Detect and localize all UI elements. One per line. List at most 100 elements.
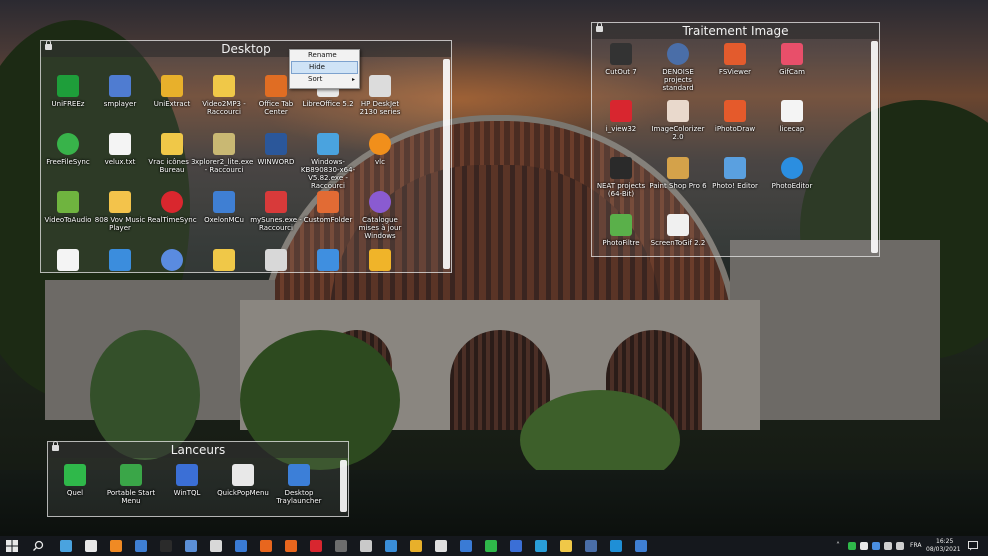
network-icon[interactable] — [896, 542, 904, 550]
notification-icon[interactable] — [968, 541, 978, 551]
tray-app-icon[interactable] — [872, 542, 880, 550]
launcher-fence[interactable]: Lanceurs Quel Portable Start Menu WinTQL Qu… — [47, 441, 349, 517]
shortcut-item[interactable]: 808 Vov Music Player — [91, 191, 149, 232]
shortcut-item[interactable]: VideoToAudio — [39, 191, 97, 224]
tray-app-icon[interactable] — [860, 542, 868, 550]
taskbar-app-icon[interactable] — [610, 540, 622, 552]
taskbar-app-icon[interactable] — [435, 540, 447, 552]
shortcut-item[interactable]: WinTQL — [158, 464, 216, 497]
taskbar-app-icon[interactable] — [260, 540, 272, 552]
shortcut-item[interactable]: PhotoEditor — [763, 157, 821, 190]
shortcut-item[interactable] — [351, 249, 409, 274]
taskbar-app-icon[interactable] — [285, 540, 297, 552]
menu-item-sort[interactable]: Sort ▸ — [290, 74, 359, 85]
shortcut-item[interactable]: RealTimeSync — [143, 191, 201, 224]
menu-item-hide[interactable]: Hide — [291, 61, 358, 74]
desktop-fence-scrollbar[interactable] — [443, 59, 450, 269]
shortcut-item[interactable]: Desktop Traylauncher — [270, 464, 328, 505]
shortcut-item[interactable]: FSViewer — [706, 43, 764, 76]
shortcut-label: Catalogue mises à jour Windows — [358, 216, 402, 240]
taskbar-app-icon[interactable] — [135, 540, 147, 552]
taskbar-app-icon[interactable] — [235, 540, 247, 552]
shortcut-item[interactable]: PhotoFiltre — [592, 214, 650, 247]
shortcut-item[interactable]: Photo! Editor — [706, 157, 764, 190]
shortcut-item[interactable]: UniExtract — [143, 75, 201, 108]
taskbar-app-icon[interactable] — [185, 540, 197, 552]
lock-icon[interactable] — [596, 22, 603, 32]
search-icon[interactable] — [32, 540, 44, 552]
lock-icon[interactable] — [45, 40, 52, 50]
taskbar-app-icon[interactable] — [410, 540, 422, 552]
clock-date[interactable]: 08/03/2021 — [926, 546, 961, 553]
shortcut-item[interactable]: OxelonMCu — [195, 191, 253, 224]
tray-app-icon[interactable] — [848, 542, 856, 550]
clock-time[interactable]: 16:25 — [936, 538, 953, 545]
windows-start-icon[interactable] — [6, 540, 18, 552]
image-fence-title-bar[interactable]: Traitement Image — [592, 22, 879, 39]
shortcut-item[interactable]: mySunes.exe - Raccourci — [247, 191, 305, 232]
shortcut-item[interactable] — [39, 249, 97, 274]
taskbar-app-icon[interactable] — [535, 540, 547, 552]
shortcut-item[interactable]: velux.txt — [91, 133, 149, 166]
taskbar-app-icon[interactable] — [110, 540, 122, 552]
shortcut-item[interactable]: CustomFolder — [299, 191, 357, 224]
taskbar-app-icon[interactable] — [460, 540, 472, 552]
taskbar-app-icon[interactable] — [160, 540, 172, 552]
shortcut-item[interactable]: xplorer2_lite.exe - Raccourci — [195, 133, 253, 174]
desktop-fence[interactable]: Desktop UniFREEz smplayer UniExtract Video2… — [40, 40, 452, 273]
shortcut-label: QuickPopMenu — [217, 489, 269, 497]
shortcut-item[interactable]: Portable Start Menu — [102, 464, 160, 505]
lock-icon[interactable] — [52, 441, 59, 451]
shortcut-item[interactable]: DENOISE projects standard — [649, 43, 707, 92]
shortcut-item[interactable] — [247, 249, 305, 274]
shortcut-item[interactable]: Vrac icônes 3 Bureau — [143, 133, 201, 174]
taskbar-app-icon[interactable] — [385, 540, 397, 552]
volume-icon[interactable] — [884, 542, 892, 550]
launcher-fence-title-bar[interactable]: Lanceurs — [48, 441, 348, 458]
shortcut-item[interactable]: iPhotoDraw — [706, 100, 764, 133]
taskbar-app-icon[interactable] — [635, 540, 647, 552]
shortcut-item[interactable]: NEAT projects (64-Bit) — [592, 157, 650, 198]
gifcam-icon — [781, 43, 803, 65]
chevron-up-icon[interactable]: ˄ — [836, 541, 840, 550]
shortcut-item[interactable]: FreeFileSync — [39, 133, 97, 166]
shortcut-item[interactable]: GifCam — [763, 43, 821, 76]
desktop-fence-title-bar[interactable]: Desktop — [41, 40, 451, 57]
shortcut-item[interactable]: Quel — [46, 464, 104, 497]
shortcut-item[interactable]: ImageColorizer 2.0 — [649, 100, 707, 141]
taskbar-app-icon[interactable] — [360, 540, 372, 552]
taskbar-app-icon[interactable] — [560, 540, 572, 552]
shortcut-item[interactable]: WINWORD — [247, 133, 305, 166]
taskbar-app-icon[interactable] — [85, 540, 97, 552]
iphotodraw-icon — [724, 100, 746, 122]
image-fence-scrollbar[interactable] — [871, 41, 878, 253]
menu-item-rename[interactable]: Rename — [290, 50, 359, 61]
taskbar-app-icon[interactable] — [60, 540, 72, 552]
shortcut-item[interactable]: CutOut 7 — [592, 43, 650, 76]
shortcut-item[interactable]: smplayer — [91, 75, 149, 108]
taskbar-app-icon[interactable] — [585, 540, 597, 552]
shortcut-item[interactable] — [91, 249, 149, 274]
shortcut-item[interactable]: i_view32 — [592, 100, 650, 133]
taskbar-app-icon[interactable] — [510, 540, 522, 552]
shortcut-item[interactable] — [143, 249, 201, 274]
taskbar-app-icon[interactable] — [310, 540, 322, 552]
taskbar-app-icon[interactable] — [485, 540, 497, 552]
launcher-fence-scrollbar[interactable] — [340, 460, 347, 512]
image-fence[interactable]: Traitement Image CutOut 7 DENOISE project… — [591, 22, 880, 257]
shortcut-item[interactable]: QuickPopMenu — [214, 464, 272, 497]
shortcut-item[interactable]: UniFREEz — [39, 75, 97, 108]
shortcut-item[interactable]: Video2MP3 - Raccourci — [195, 75, 253, 116]
shortcut-item[interactable]: ScreenToGif 2.2 — [649, 214, 707, 247]
shortcut-item[interactable]: Catalogue mises à jour Windows — [351, 191, 409, 240]
sync-icon — [57, 133, 79, 155]
shortcut-item[interactable]: Paint Shop Pro 6 — [649, 157, 707, 190]
shortcut-item[interactable]: Windows-KB890830-x64-V5.82.exe - Raccour… — [299, 133, 357, 190]
taskbar-app-icon[interactable] — [210, 540, 222, 552]
shortcut-item[interactable]: vlc — [351, 133, 409, 166]
shortcut-item[interactable] — [195, 249, 253, 274]
language-indicator[interactable]: FRA — [910, 542, 921, 549]
taskbar-app-icon[interactable] — [335, 540, 347, 552]
shortcut-item[interactable]: licecap — [763, 100, 821, 133]
shortcut-item[interactable] — [299, 249, 357, 274]
